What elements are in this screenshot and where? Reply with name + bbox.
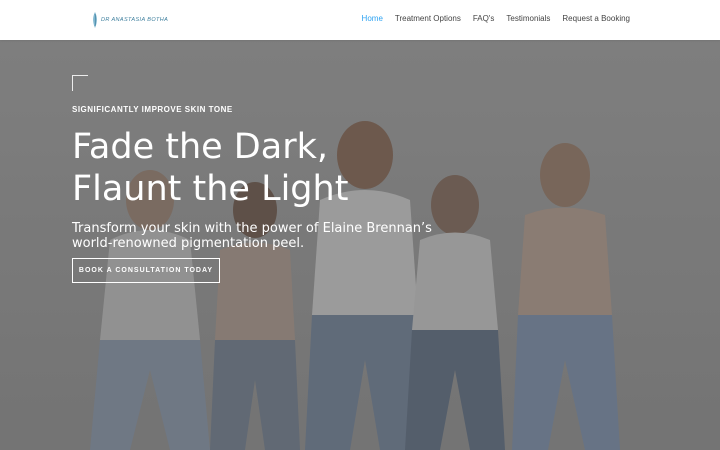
headline-line-2: Flaunt the Light <box>72 169 349 209</box>
nav-home[interactable]: Home <box>362 14 383 23</box>
book-consultation-button[interactable]: BOOK A CONSULTATION TODAY <box>72 258 220 283</box>
hero-subhead: Transform your skin with the power of El… <box>72 221 432 251</box>
main-nav: Home Treatment Options FAQ's Testimonial… <box>362 14 630 23</box>
hero-headline: Fade the Dark, Flaunt the Light <box>72 126 348 210</box>
logo-text: DR ANASTASIA BOTHA <box>101 17 169 23</box>
headline-line-1: Fade the Dark, <box>72 127 328 167</box>
nav-testimonials[interactable]: Testimonials <box>506 14 550 23</box>
nav-request-booking[interactable]: Request a Booking <box>562 14 630 23</box>
corner-accent <box>72 75 88 91</box>
logo-leaf-icon <box>93 12 97 28</box>
site-header: DR ANASTASIA BOTHA Home Treatment Option… <box>0 0 720 40</box>
site-logo[interactable]: DR ANASTASIA BOTHA <box>92 11 168 29</box>
hero-eyebrow: SIGNIFICANTLY IMPROVE SKIN TONE <box>72 105 233 114</box>
nav-faqs[interactable]: FAQ's <box>473 14 495 23</box>
hero-section: SIGNIFICANTLY IMPROVE SKIN TONE Fade the… <box>0 40 720 450</box>
nav-treatment-options[interactable]: Treatment Options <box>395 14 461 23</box>
